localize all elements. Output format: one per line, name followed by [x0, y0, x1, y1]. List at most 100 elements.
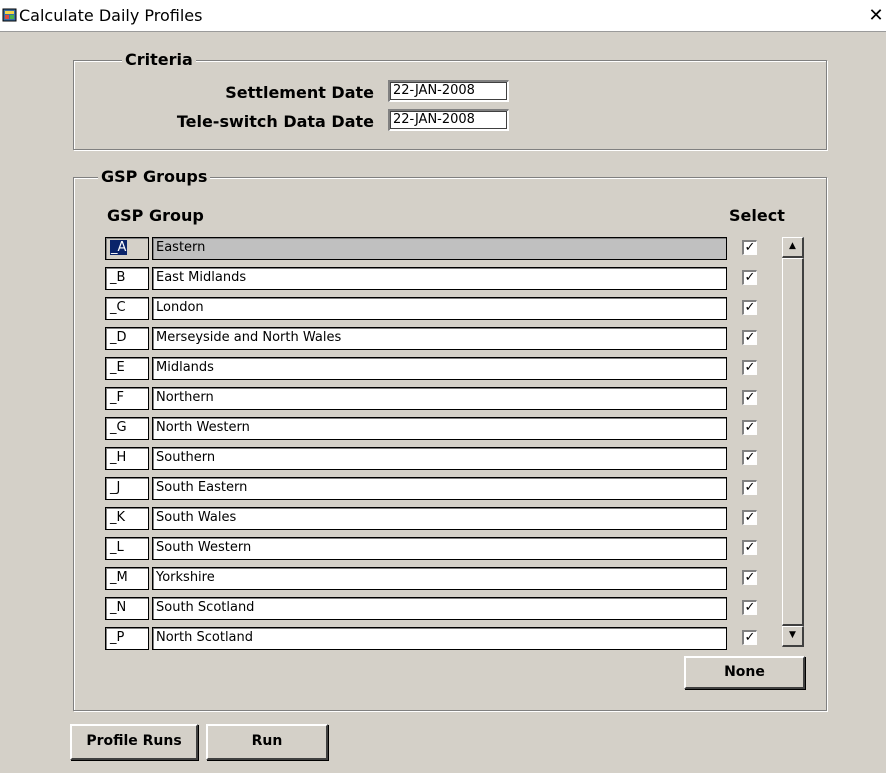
gsp-group-name-field[interactable]: South Scotland — [152, 597, 727, 620]
gsp-group-select-checkbox[interactable]: ✓ — [742, 390, 757, 405]
gsp-group-code-text: _D — [110, 330, 127, 345]
select-column-header: Select — [729, 206, 785, 225]
gsp-group-row[interactable]: _A Eastern ✓ — [105, 237, 805, 260]
gsp-group-row[interactable]: _M Yorkshire ✓ — [105, 567, 805, 590]
gsp-group-name-field[interactable]: South Eastern — [152, 477, 727, 500]
gsp-group-row[interactable]: _D Merseyside and North Wales ✓ — [105, 327, 805, 350]
app-icon — [2, 8, 17, 22]
gsp-group-code-text: _C — [110, 300, 126, 315]
gsp-group-code-text: _N — [110, 600, 127, 615]
gsp-group-name-field[interactable]: North Western — [152, 417, 727, 440]
profile-runs-button[interactable]: Profile Runs — [70, 724, 198, 760]
gsp-group-code-field[interactable]: _A — [105, 237, 149, 260]
gsp-group-code-text: _P — [110, 630, 125, 645]
checkmark-icon: ✓ — [744, 300, 756, 315]
gsp-group-name-field[interactable]: East Midlands — [152, 267, 727, 290]
run-button[interactable]: Run — [206, 724, 328, 760]
gsp-group-code-field[interactable]: _B — [105, 267, 149, 290]
gsp-group-select-checkbox[interactable]: ✓ — [742, 570, 757, 585]
gsp-group-select-checkbox[interactable]: ✓ — [742, 240, 757, 255]
gsp-group-name-field[interactable]: Merseyside and North Wales — [152, 327, 727, 350]
gsp-group-row[interactable]: _N South Scotland ✓ — [105, 597, 805, 620]
gsp-group-code-text: _G — [110, 420, 127, 435]
gsp-group-name-field[interactable]: South Wales — [152, 507, 727, 530]
gsp-group-column-header: GSP Group — [107, 206, 204, 225]
gsp-group-select-checkbox[interactable]: ✓ — [742, 540, 757, 555]
gsp-group-code-field[interactable]: _L — [105, 537, 149, 560]
gsp-group-select-checkbox[interactable]: ✓ — [742, 510, 757, 525]
gsp-group-code-text: _K — [110, 510, 126, 525]
close-icon[interactable]: ✕ — [867, 7, 885, 26]
gsp-group-code-field[interactable]: _F — [105, 387, 149, 410]
gsp-group-select-checkbox[interactable]: ✓ — [742, 600, 757, 615]
gsp-group-row[interactable]: _J South Eastern ✓ — [105, 477, 805, 500]
checkmark-icon: ✓ — [744, 420, 756, 435]
gsp-group-name-field[interactable]: London — [152, 297, 727, 320]
checkmark-icon: ✓ — [744, 270, 756, 285]
gsp-group-code-field[interactable]: _D — [105, 327, 149, 350]
gsp-group-code-field[interactable]: _P — [105, 627, 149, 650]
gsp-group-code-text: _L — [110, 540, 124, 555]
gsp-group-code-text: _J — [110, 480, 121, 495]
scrollbar-thumb[interactable] — [782, 258, 804, 626]
criteria-groupbox: Criteria Settlement Date 22-JAN-2008 Tel… — [73, 51, 827, 150]
gsp-group-row[interactable]: _C London ✓ — [105, 297, 805, 320]
settlement-date-field[interactable]: 22-JAN-2008 — [388, 80, 509, 102]
gsp-group-row[interactable]: _P North Scotland ✓ — [105, 627, 805, 650]
gsp-group-select-checkbox[interactable]: ✓ — [742, 270, 757, 285]
gsp-group-row[interactable]: _H Southern ✓ — [105, 447, 805, 470]
scroll-up-arrow-icon[interactable]: ▲ — [782, 237, 804, 258]
gsp-group-name-field[interactable]: Northern — [152, 387, 727, 410]
gsp-group-code-text: _H — [110, 450, 127, 465]
checkmark-icon: ✓ — [744, 450, 756, 465]
gsp-group-code-field[interactable]: _G — [105, 417, 149, 440]
gsp-group-select-checkbox[interactable]: ✓ — [742, 630, 757, 645]
title-bar: Calculate Daily Profiles ✕ — [0, 0, 886, 32]
gsp-group-name-field[interactable]: Yorkshire — [152, 567, 727, 590]
gsp-group-name-field[interactable]: Midlands — [152, 357, 727, 380]
gsp-group-code-field[interactable]: _J — [105, 477, 149, 500]
window-title: Calculate Daily Profiles — [19, 6, 203, 25]
teleswitch-date-label: Tele-switch Data Date — [176, 112, 374, 131]
scroll-down-arrow-icon[interactable]: ▼ — [782, 626, 804, 647]
gsp-group-code-field[interactable]: _H — [105, 447, 149, 470]
gsp-group-select-checkbox[interactable]: ✓ — [742, 360, 757, 375]
gsp-group-name-field[interactable]: Southern — [152, 447, 727, 470]
checkmark-icon: ✓ — [744, 510, 756, 525]
gsp-group-name-field[interactable]: Eastern — [152, 237, 727, 260]
checkmark-icon: ✓ — [744, 540, 756, 555]
gsp-group-row[interactable]: _K South Wales ✓ — [105, 507, 805, 530]
gsp-group-code-text: _B — [110, 270, 126, 285]
gsp-group-row[interactable]: _F Northern ✓ — [105, 387, 805, 410]
gsp-group-select-checkbox[interactable]: ✓ — [742, 420, 757, 435]
checkmark-icon: ✓ — [744, 480, 756, 495]
gsp-scrollbar[interactable]: ▲ ▼ — [782, 237, 804, 647]
gsp-group-select-checkbox[interactable]: ✓ — [742, 480, 757, 495]
settlement-date-label: Settlement Date — [225, 83, 374, 102]
gsp-group-select-checkbox[interactable]: ✓ — [742, 330, 757, 345]
gsp-group-code-text: _A — [110, 240, 128, 255]
gsp-group-code-field[interactable]: _M — [105, 567, 149, 590]
gsp-group-code-text: _M — [110, 570, 128, 585]
gsp-group-code-field[interactable]: _C — [105, 297, 149, 320]
none-button[interactable]: None — [684, 656, 805, 689]
gsp-group-select-checkbox[interactable]: ✓ — [742, 300, 757, 315]
checkmark-icon: ✓ — [744, 600, 756, 615]
teleswitch-date-field[interactable]: 22-JAN-2008 — [388, 109, 509, 131]
gsp-group-name-field[interactable]: South Western — [152, 537, 727, 560]
criteria-legend: Criteria — [122, 51, 196, 69]
gsp-group-code-text: _E — [110, 360, 125, 375]
gsp-group-name-field[interactable]: North Scotland — [152, 627, 727, 650]
gsp-group-row[interactable]: _L South Western ✓ — [105, 537, 805, 560]
gsp-group-row[interactable]: _E Midlands ✓ — [105, 357, 805, 380]
checkmark-icon: ✓ — [744, 240, 756, 255]
gsp-group-code-field[interactable]: _E — [105, 357, 149, 380]
checkmark-icon: ✓ — [744, 390, 756, 405]
checkmark-icon: ✓ — [744, 630, 756, 645]
gsp-group-row[interactable]: _G North Western ✓ — [105, 417, 805, 440]
gsp-group-code-field[interactable]: _K — [105, 507, 149, 530]
gsp-groups-legend: GSP Groups — [98, 168, 211, 186]
gsp-group-select-checkbox[interactable]: ✓ — [742, 450, 757, 465]
gsp-group-row[interactable]: _B East Midlands ✓ — [105, 267, 805, 290]
gsp-group-code-field[interactable]: _N — [105, 597, 149, 620]
